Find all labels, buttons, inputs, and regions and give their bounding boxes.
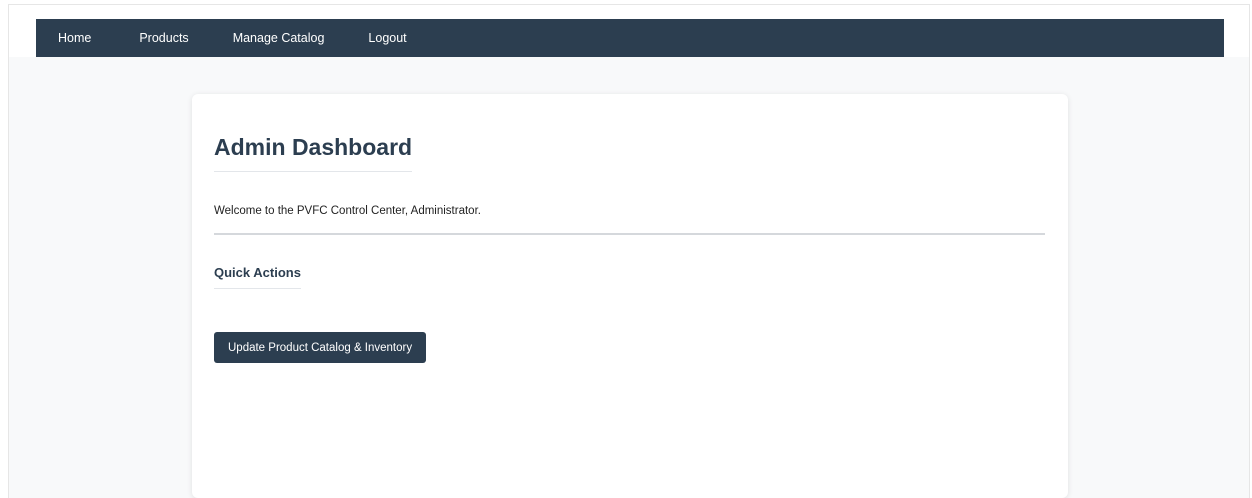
update-catalog-button[interactable]: Update Product Catalog & Inventory <box>214 332 427 363</box>
nav-manage-catalog-link[interactable]: Manage Catalog <box>233 31 325 45</box>
top-navbar: Home Products Manage Catalog Logout <box>36 19 1224 57</box>
nav-logout-link[interactable]: Logout <box>368 31 406 45</box>
welcome-message: Welcome to the PVFC Control Center, Admi… <box>214 205 481 217</box>
nav-products-link[interactable]: Products <box>139 31 188 45</box>
nav-home-link[interactable]: Home <box>58 31 91 45</box>
dashboard-card: Admin Dashboard Welcome to the PVFC Cont… <box>192 94 1068 498</box>
page-title: Admin Dashboard <box>214 134 413 172</box>
section-divider <box>214 233 1045 235</box>
quick-actions-heading: Quick Actions <box>214 265 301 289</box>
